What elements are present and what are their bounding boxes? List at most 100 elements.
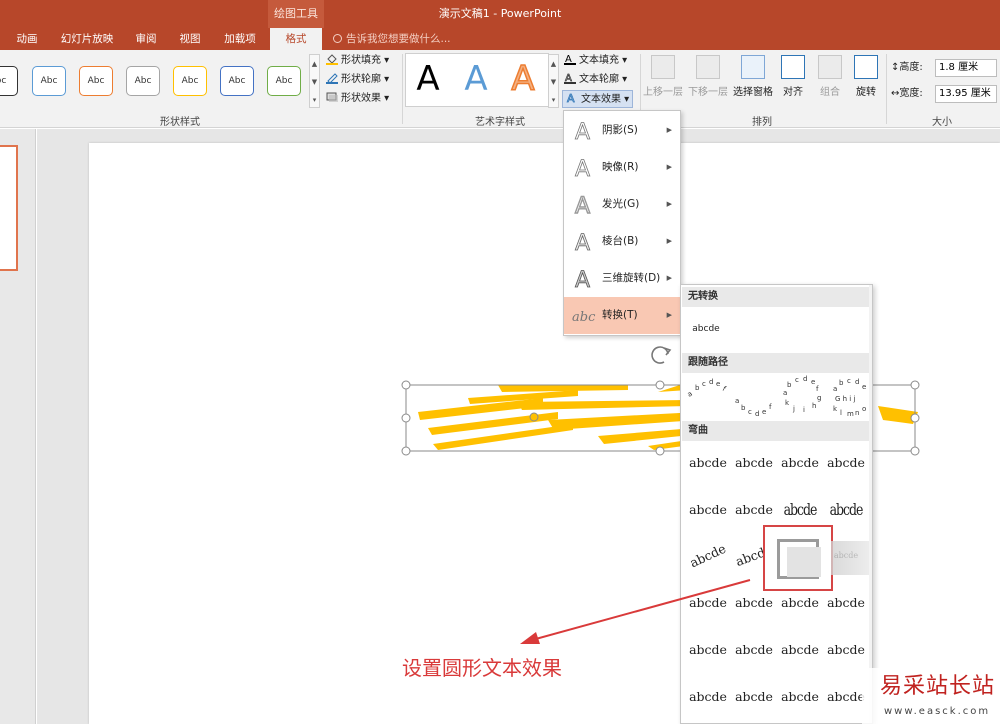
follow-path-swatches: ab c d ef ab c d ef abc d efghijk ab c de G h i j … — [686, 375, 866, 418]
resize-handle[interactable] — [910, 380, 920, 390]
shape-style-5[interactable]: Abc — [173, 66, 207, 96]
warp-swatch[interactable]: abcde — [731, 490, 777, 530]
gallery-scrollbar[interactable] — [869, 285, 872, 723]
menu-item-shadow[interactable]: A 阴影(S) ▶ — [564, 112, 680, 149]
shape-styles-scroll[interactable]: ▲ ▼ ▾ — [309, 54, 320, 108]
tab-review[interactable]: 审阅 — [126, 28, 166, 50]
group-button[interactable]: 组合 — [812, 53, 848, 115]
resize-handle[interactable] — [910, 413, 920, 423]
scroll-down-icon[interactable]: ▼ — [549, 73, 558, 91]
resize-handle[interactable] — [401, 413, 411, 423]
menu-label-bevel: 棱台(B) — [602, 235, 639, 247]
svg-text:A: A — [575, 194, 590, 217]
svg-text:d: d — [855, 378, 859, 386]
warp-swatch[interactable]: abcde — [685, 443, 731, 483]
svg-text:abc: abc — [572, 310, 596, 325]
adjust-handle[interactable] — [529, 412, 539, 422]
tab-animations[interactable]: 动画 — [4, 28, 50, 50]
menu-item-glow[interactable]: A 发光(G) ▶ — [564, 186, 680, 223]
tab-addins[interactable]: 加载项 — [214, 28, 266, 50]
width-row: ↔宽度: — [891, 84, 923, 104]
gallery-more-icon[interactable]: ▾ — [549, 91, 558, 109]
shadow-icon: A — [575, 120, 591, 143]
chevron-right-icon: ▶ — [666, 237, 672, 245]
shape-outline-button[interactable]: 形状轮廓 ▾ — [326, 71, 389, 89]
bring-forward-button[interactable]: 上移一层 — [643, 53, 683, 115]
transform-circle[interactable]: abc d efghijk — [783, 375, 821, 414]
height-input[interactable]: 1.8 厘米 — [935, 59, 997, 77]
height-row: ↕高度: — [891, 58, 923, 78]
resize-handle[interactable] — [655, 380, 665, 390]
warp-swatch[interactable]: abcde — [731, 443, 777, 483]
shape-style-6[interactable]: Abc — [220, 66, 254, 96]
tab-view[interactable]: 视图 — [170, 28, 210, 50]
rotate-button[interactable]: 旋转 — [848, 53, 884, 115]
resize-handle[interactable] — [401, 380, 411, 390]
transform-button[interactable]: ab c de G h i j klmno — [833, 377, 866, 418]
menu-item-bevel[interactable]: A 棱台(B) ▶ — [564, 223, 680, 260]
wordart-style-orange[interactable]: A — [500, 56, 546, 102]
warp-swatch[interactable]: abcde — [685, 677, 731, 717]
wordart-style-black[interactable]: A — [405, 56, 451, 102]
transform-arch-up[interactable]: ab c d ef — [686, 378, 728, 399]
transform-none[interactable]: abcde — [683, 309, 729, 349]
svg-text:A: A — [575, 157, 590, 180]
svg-text:o: o — [862, 405, 866, 413]
text-effects-button[interactable]: A 文本效果 ▾ — [562, 90, 634, 108]
svg-text:A: A — [567, 92, 575, 104]
scroll-up-icon[interactable]: ▲ — [549, 55, 558, 73]
tell-me-search[interactable]: 告诉我您想要做什么... — [333, 28, 451, 50]
shape-style-7[interactable]: Abc — [267, 66, 301, 96]
chevron-right-icon: ▶ — [666, 163, 672, 171]
shape-style-4[interactable]: Abc — [126, 66, 160, 96]
shape-effects-button[interactable]: 形状效果 ▾ — [326, 90, 389, 108]
menu-item-transform[interactable]: abc 转换(T) ▶ — [564, 297, 680, 334]
text-fill-button[interactable]: A 文本填充 ▾ — [564, 52, 627, 70]
slide-thumbnail-1[interactable] — [0, 145, 18, 271]
shape-style-1[interactable]: bc — [0, 66, 18, 96]
send-backward-button[interactable]: 下移一层 — [688, 53, 728, 115]
warp-swatch[interactable]: abcde — [777, 443, 823, 483]
width-input[interactable]: 13.95 厘米 — [935, 85, 997, 103]
group-icon — [818, 55, 842, 79]
chevron-right-icon: ▶ — [666, 200, 672, 208]
width-label: 宽度: — [899, 88, 923, 99]
warp-swatch[interactable]: abcde — [777, 630, 823, 670]
highlight-circle-transform[interactable] — [763, 525, 833, 591]
rotate-handle-icon[interactable] — [651, 346, 672, 364]
gallery-more-icon[interactable]: ▾ — [310, 91, 319, 109]
text-outline-button[interactable]: A 文本轮廓 ▾ — [564, 71, 627, 89]
scroll-up-icon[interactable]: ▲ — [310, 55, 319, 73]
svg-text:f: f — [769, 403, 772, 411]
shape-style-2[interactable]: Abc — [32, 66, 66, 96]
group-label: 组合 — [820, 87, 840, 98]
warp-swatch[interactable]: abcde — [823, 443, 869, 483]
title-bar: 绘图工具 演示文稿1 - PowerPoint — [0, 0, 1000, 28]
tab-slideshow[interactable]: 幻灯片放映 — [52, 28, 122, 50]
wordart-scroll[interactable]: ▲ ▼ ▾ — [548, 54, 559, 108]
warp-swatch[interactable]: abcde — [777, 677, 823, 717]
text-fill-label: 文本填充 — [579, 55, 619, 66]
svg-text:i: i — [803, 406, 805, 414]
resize-handle[interactable] — [910, 446, 920, 456]
transform-icon: abc — [572, 310, 596, 325]
warp-swatch[interactable]: abcde — [823, 630, 869, 670]
menu-item-3d-rotation[interactable]: A 三维旋转(D) ▶ — [564, 260, 680, 297]
shape-fill-button[interactable]: 形状填充 ▾ — [326, 52, 389, 70]
warp-swatch[interactable]: abcde — [685, 490, 731, 530]
resize-handle[interactable] — [401, 446, 411, 456]
resize-handle[interactable] — [655, 446, 665, 456]
scroll-down-icon[interactable]: ▼ — [310, 73, 319, 91]
tab-format[interactable]: 格式 — [270, 28, 322, 50]
selection-pane-button[interactable]: 选择窗格 — [732, 53, 774, 115]
menu-item-reflection[interactable]: A 映像(R) ▶ — [564, 149, 680, 186]
shape-style-3[interactable]: Abc — [79, 66, 113, 96]
height-label: 高度: — [899, 62, 923, 73]
warp-swatch[interactable]: abcde — [731, 677, 777, 717]
align-button[interactable]: 对齐 — [775, 53, 811, 115]
svg-text:k: k — [785, 399, 790, 407]
svg-text:l: l — [840, 409, 842, 417]
wordart-style-blue[interactable]: A — [453, 56, 499, 102]
svg-text:h: h — [812, 402, 816, 410]
transform-arch-down[interactable]: ab c d ef — [735, 397, 772, 418]
